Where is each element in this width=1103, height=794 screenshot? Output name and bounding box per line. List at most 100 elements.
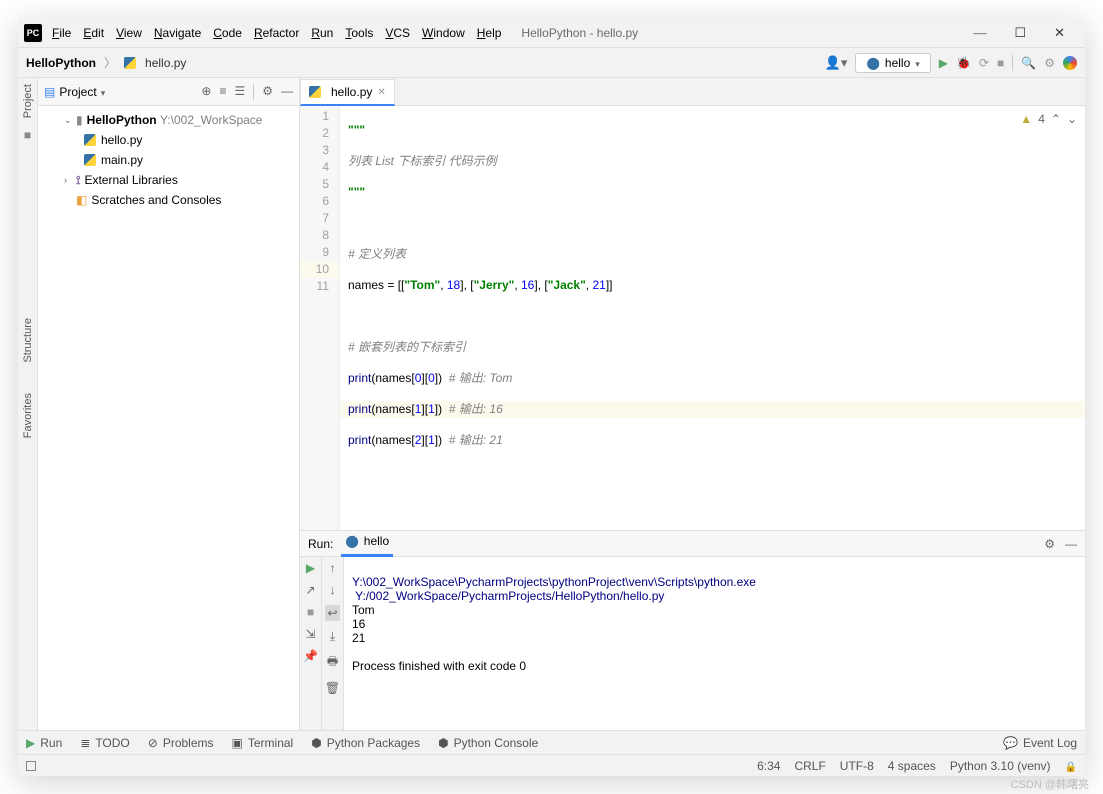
tree-file-main[interactable]: main.py <box>38 150 299 170</box>
project-panel-header: ▤ Project ⊕ ≡ ☰ ⚙ — <box>38 78 299 106</box>
bottom-toolwindow-stripe: ▶Run ≣TODO ⊘Problems ▣Terminal ⬢Python P… <box>18 730 1085 754</box>
navigation-toolbar: HelloPython 〉 hello.py 👤▾ ⬤ hello ▶ 🐞 ⟳ … <box>18 48 1085 78</box>
pin-icon[interactable]: 📌 <box>303 649 318 663</box>
output-cmd1: Y:\002_WorkSpace\PycharmProjects\pythonP… <box>352 575 756 589</box>
project-tree[interactable]: ⌄ ▮ HelloPython Y:\002_WorkSpace hello.p… <box>38 106 299 214</box>
structure-tool-tab[interactable]: Structure <box>22 318 34 363</box>
soft-wrap-icon[interactable]: ↩ <box>325 605 339 621</box>
project-panel-title: Project <box>59 85 96 99</box>
menu-refactor[interactable]: Refactor <box>254 26 299 40</box>
external-libraries-label: External Libraries <box>84 173 177 187</box>
hide-panel-icon[interactable]: — <box>281 84 293 100</box>
settings-button[interactable]: ⚙ <box>1044 56 1055 70</box>
debug-button[interactable]: 🐞 <box>956 56 971 70</box>
event-log-tool-tab[interactable]: 💬Event Log <box>1003 736 1077 750</box>
breadcrumb-file[interactable]: hello.py <box>124 56 186 70</box>
menu-view[interactable]: View <box>116 26 142 40</box>
chevron-down-icon[interactable] <box>101 85 106 99</box>
close-button[interactable]: ✕ <box>1054 25 1065 41</box>
run-output[interactable]: Y:\002_WorkSpace\PycharmProjects\pythonP… <box>344 557 1085 730</box>
menu-file[interactable]: File <box>52 26 71 40</box>
maximize-button[interactable]: ☐ <box>1014 25 1026 41</box>
run-label: Run: <box>308 537 333 551</box>
breadcrumb-project[interactable]: HelloPython <box>26 56 96 70</box>
lock-icon[interactable] <box>1065 759 1077 773</box>
expander-icon[interactable]: ⌄ <box>64 115 76 126</box>
up-button[interactable]: ↑ <box>330 561 336 575</box>
interpreter-info[interactable]: Python 3.10 (venv) <box>950 759 1051 773</box>
locate-file-icon[interactable]: ⊕ <box>201 84 211 100</box>
minimize-button[interactable]: — <box>973 25 986 41</box>
menu-window[interactable]: Window <box>422 26 465 40</box>
indent-info[interactable]: 4 spaces <box>888 759 936 773</box>
todo-tool-tab[interactable]: ≣TODO <box>80 736 130 750</box>
external-libraries[interactable]: › ⟟ External Libraries <box>38 170 299 190</box>
terminal-tool-tab[interactable]: ▣Terminal <box>232 736 294 750</box>
breadcrumb-separator: 〉 <box>104 54 116 71</box>
code-area[interactable]: """ 列表 List 下标索引 代码示例 """ # 定义列表 names =… <box>340 106 1085 530</box>
expand-all-icon[interactable]: ≡ <box>219 84 226 100</box>
library-icon: ⟟ <box>76 173 80 188</box>
python-console-tool-tab[interactable]: ⬢Python Console <box>438 736 538 750</box>
file-encoding[interactable]: UTF-8 <box>840 759 874 773</box>
run-tab-label: hello <box>364 534 389 548</box>
project-root[interactable]: ⌄ ▮ HelloPython Y:\002_WorkSpace <box>38 110 299 130</box>
editor-area: hello.py ✕ 1234567891011 """ 列表 List 下标索… <box>300 78 1085 730</box>
caret-position[interactable]: 6:34 <box>757 759 780 773</box>
menu-bar: File Edit View Navigate Code Refactor Ru… <box>52 26 501 40</box>
hide-panel-icon[interactable]: — <box>1065 537 1077 551</box>
problems-tool-tab[interactable]: ⊘Problems <box>148 736 214 750</box>
gear-icon[interactable]: ⚙ <box>262 84 273 100</box>
run-config-selector[interactable]: ⬤ hello <box>855 53 930 73</box>
expander-icon[interactable]: › <box>64 175 76 185</box>
print-icon[interactable]: 🖶 <box>327 652 338 673</box>
run-toolwindow: Run: ⬤ hello ⚙ — ▶ ↗ ■ ⇲ <box>300 530 1085 730</box>
favorites-tool-tab[interactable]: Favorites <box>22 393 34 438</box>
down-button[interactable]: ↓ <box>330 583 336 597</box>
stop-button[interactable]: ■ <box>307 605 314 619</box>
restore-layout-icon[interactable]: ⇲ <box>305 627 315 641</box>
run-actions-primary: ▶ ↗ ■ ⇲ 📌 <box>300 557 322 730</box>
scroll-to-end-icon[interactable]: ⤓ <box>330 629 335 644</box>
output-line: 16 <box>352 617 365 631</box>
close-tab-icon[interactable]: ✕ <box>377 87 385 98</box>
clear-icon[interactable]: 🗑 <box>325 681 340 695</box>
output-exit: Process finished with exit code 0 <box>352 659 526 673</box>
menu-code[interactable]: Code <box>213 26 242 40</box>
ide-features-icon[interactable] <box>1063 56 1077 70</box>
scratches-label: Scratches and Consoles <box>91 193 221 207</box>
run-button[interactable]: ▶ <box>939 56 948 70</box>
inspection-marker[interactable]: ▲ 4 ⌃ ⌄ <box>1020 112 1077 126</box>
menu-edit[interactable]: Edit <box>83 26 104 40</box>
run-tool-tab[interactable]: ▶Run <box>26 736 62 750</box>
python-packages-tool-tab[interactable]: ⬢Python Packages <box>311 736 420 750</box>
run-toolwindow-header: Run: ⬤ hello ⚙ — <box>300 531 1085 557</box>
menu-run[interactable]: Run <box>311 26 333 40</box>
user-icon[interactable]: 👤▾ <box>825 55 848 71</box>
app-icon: PC <box>24 24 42 42</box>
menu-navigate[interactable]: Navigate <box>154 26 201 40</box>
collapse-all-icon[interactable]: ☰ <box>234 84 245 100</box>
chevron-up-icon[interactable]: ⌃ <box>1051 112 1061 126</box>
search-button[interactable]: 🔍 <box>1021 56 1036 70</box>
editor-tab-hello[interactable]: hello.py ✕ <box>300 79 395 106</box>
editor-gutter: 1234567891011 <box>300 106 340 530</box>
coverage-button[interactable]: ⟳ <box>979 56 989 70</box>
modify-options-icon[interactable]: ↗ <box>305 583 315 597</box>
line-separator[interactable]: CRLF <box>794 759 825 773</box>
stop-button[interactable]: ■ <box>997 56 1004 70</box>
scratches[interactable]: ◧ Scratches and Consoles <box>38 190 299 210</box>
rerun-button[interactable]: ▶ <box>306 561 315 575</box>
gear-icon[interactable]: ⚙ <box>1044 537 1055 551</box>
tree-file-hello[interactable]: hello.py <box>38 130 299 150</box>
menu-tools[interactable]: Tools <box>345 26 373 40</box>
menu-help[interactable]: Help <box>477 26 502 40</box>
menu-vcs[interactable]: VCS <box>385 26 410 40</box>
project-tool-tab[interactable]: Project <box>22 84 34 118</box>
bookmark-icon[interactable]: ■ <box>24 128 31 142</box>
titlebar: PC File Edit View Navigate Code Refactor… <box>18 18 1085 48</box>
run-tab[interactable]: ⬤ hello <box>341 531 393 557</box>
chevron-down-icon[interactable]: ⌄ <box>1067 112 1077 126</box>
status-icon[interactable] <box>26 761 36 771</box>
editor-content[interactable]: 1234567891011 """ 列表 List 下标索引 代码示例 """ … <box>300 106 1085 530</box>
